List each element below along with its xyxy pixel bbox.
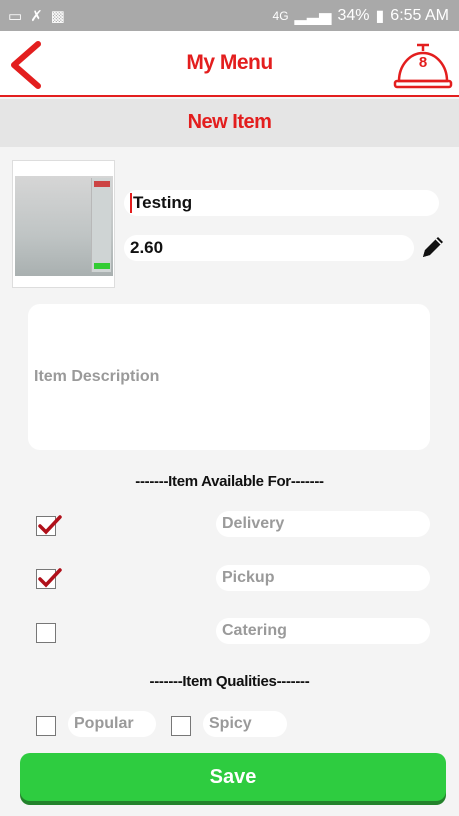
- spicy-checkbox[interactable]: [171, 716, 191, 736]
- edit-price-button[interactable]: [420, 234, 446, 260]
- item-name-value: Testing: [133, 193, 193, 212]
- page-title: My Menu: [186, 51, 273, 74]
- checkmark-icon: [38, 515, 62, 535]
- photo-thumbnail-panel: [91, 178, 111, 272]
- catering-label: Catering: [222, 622, 287, 639]
- photo-thumbnail: [15, 176, 113, 276]
- order-bell-button[interactable]: 8: [393, 41, 453, 91]
- clock: 6:55 AM: [390, 6, 449, 24]
- pickup-label: Pickup: [222, 569, 275, 586]
- catering-option[interactable]: Catering: [216, 618, 430, 644]
- network-icon: 4G: [272, 8, 289, 23]
- status-bar-left: ▭ ✗ ▩: [8, 7, 65, 25]
- item-photo[interactable]: [12, 160, 115, 288]
- delivery-label: Delivery: [222, 515, 285, 532]
- catering-checkbox[interactable]: [36, 623, 56, 643]
- popular-option[interactable]: Popular: [68, 711, 156, 737]
- qualities-heading: -------Item Qualities-------: [149, 673, 310, 690]
- spicy-option[interactable]: Spicy: [203, 711, 287, 737]
- availability-heading: -------Item Available For-------: [135, 473, 324, 490]
- battery-icon: ▮: [375, 7, 385, 25]
- pencil-icon: [423, 237, 443, 257]
- delivery-option[interactable]: Delivery: [216, 511, 430, 537]
- save-button[interactable]: Save: [20, 753, 446, 801]
- section-header: New Item: [0, 99, 459, 147]
- spicy-label: Spicy: [209, 715, 252, 732]
- status-bar-right: 4G ▂▃▅ 34% ▮ 6:55 AM: [273, 6, 449, 26]
- pickup-checkbox[interactable]: [36, 568, 62, 589]
- status-bar: ▭ ✗ ▩ 4G ▂▃▅ 34% ▮ 6:55 AM: [0, 0, 459, 31]
- image-icon: ▩: [50, 7, 65, 25]
- item-price-value: 2.60: [130, 238, 164, 257]
- order-count-badge: 8: [418, 54, 428, 71]
- item-price-field[interactable]: 2.60: [124, 235, 414, 261]
- pickup-option[interactable]: Pickup: [216, 565, 430, 591]
- cast-icon: ▭: [8, 7, 23, 25]
- section-title: New Item: [187, 111, 272, 133]
- missed-call-icon: ✗: [30, 7, 43, 25]
- checkmark-icon: [38, 568, 62, 588]
- popular-label: Popular: [74, 715, 134, 732]
- photo-thumbnail-green-bar: [94, 263, 110, 269]
- text-cursor: [130, 193, 132, 213]
- item-name-field[interactable]: Testing: [124, 190, 439, 216]
- popular-checkbox[interactable]: [36, 716, 56, 736]
- delivery-checkbox[interactable]: [36, 515, 62, 536]
- battery-level: 34%: [337, 6, 370, 24]
- photo-thumbnail-red-bar: [94, 181, 110, 187]
- signal-icon: ▂▃▅: [294, 7, 332, 25]
- item-description-field[interactable]: Item Description: [28, 304, 430, 450]
- app-header: My Menu 8: [0, 31, 459, 97]
- description-placeholder: Item Description: [34, 368, 160, 385]
